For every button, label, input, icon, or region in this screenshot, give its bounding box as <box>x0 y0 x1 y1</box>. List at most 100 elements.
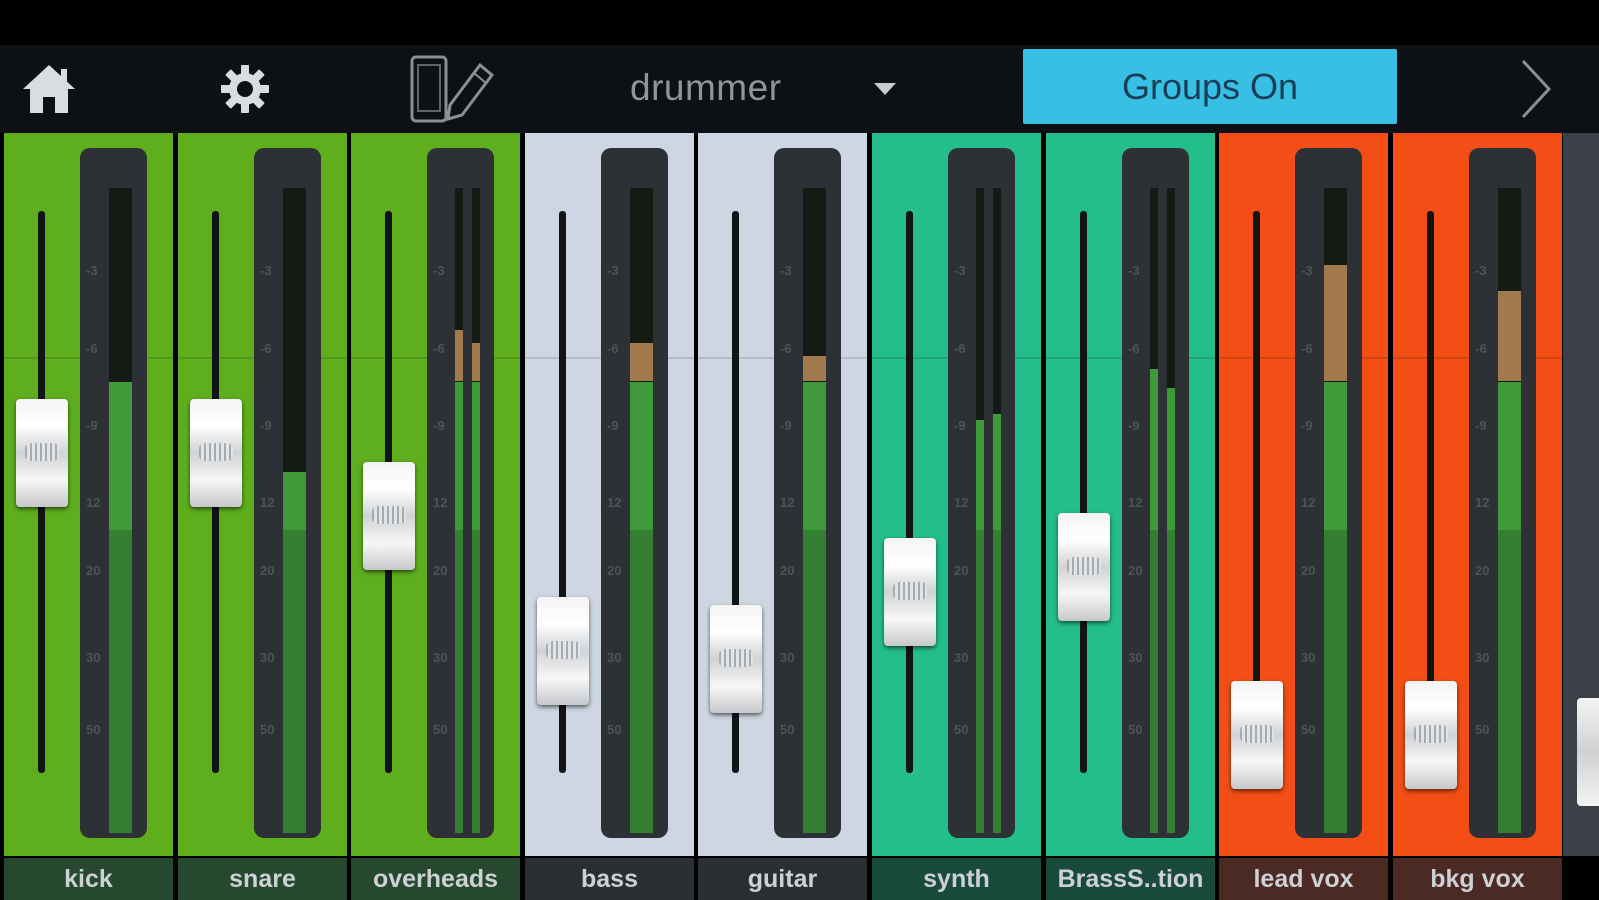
meter-scale-label: 20 <box>433 563 448 578</box>
meter-scale-label: 12 <box>1475 495 1490 510</box>
meter-scale-label: 50 <box>433 722 448 737</box>
preset-name: drummer <box>630 67 782 108</box>
channel-name-label[interactable]: BrassS..tion <box>1046 858 1215 900</box>
mixer-toolbar: drummer Groups On <box>0 45 1599 133</box>
meter-scale-label: 20 <box>1128 563 1143 578</box>
channel-name-label[interactable]: bkg vox <box>1393 858 1562 900</box>
meter-scale-label: 20 <box>1475 563 1490 578</box>
meter-scale-label: 30 <box>1301 650 1316 665</box>
channel-name-label[interactable]: guitar <box>698 858 867 900</box>
meter-level-low <box>1167 529 1175 833</box>
meter-scale-label: -3 <box>260 263 272 278</box>
meter-scale-label: 20 <box>260 563 275 578</box>
fader-cap[interactable] <box>1405 681 1457 789</box>
meter-scale-label: 20 <box>1301 563 1316 578</box>
meter-level <box>976 420 984 530</box>
meter-scale-label: 12 <box>954 495 969 510</box>
channel-body: -3 -6 -9 12 20 30 50 <box>1219 133 1388 856</box>
fader-cap[interactable] <box>1058 513 1110 621</box>
channel-strip: -3 -6 -9 12 20 30 50 overheads <box>351 133 520 900</box>
meter-level <box>993 413 1001 530</box>
meter-scale-label: 50 <box>607 722 622 737</box>
meter-scale-label: 30 <box>260 650 275 665</box>
meter-scale-label: -9 <box>954 418 966 433</box>
channel-name-label[interactable]: synth <box>872 858 1041 900</box>
meter-scale-label: 20 <box>607 563 622 578</box>
meter-peak-hold <box>1498 291 1521 382</box>
channel-body: -3 -6 -9 12 20 30 50 <box>351 133 520 856</box>
meter-level <box>1324 381 1347 530</box>
meter-level <box>1498 381 1521 530</box>
meter-scale-label: -3 <box>954 263 966 278</box>
meter-scale-label: 12 <box>607 495 622 510</box>
meter-scale-label: -6 <box>86 341 98 356</box>
fader-cap[interactable] <box>16 399 68 507</box>
channel-strip: -3 -6 -9 12 20 30 50 synth <box>872 133 1041 900</box>
channel-name-label[interactable]: overheads <box>351 858 520 900</box>
fader-track[interactable] <box>1080 211 1087 773</box>
meter-level-low <box>455 529 463 833</box>
meter-scale-label: 20 <box>780 563 795 578</box>
meter-scale-label: 30 <box>1475 650 1490 665</box>
chevron-right-icon[interactable] <box>1500 45 1570 133</box>
fader-cap[interactable] <box>1577 698 1599 806</box>
fader-cap[interactable] <box>537 597 589 705</box>
channel-name-label[interactable]: snare <box>178 858 347 900</box>
meter-scale-label: 12 <box>780 495 795 510</box>
channel-body: -3 -6 -9 12 20 30 50 <box>698 133 867 856</box>
meter-scale-label: -3 <box>607 263 619 278</box>
meter-scale-label: 12 <box>260 495 275 510</box>
meter-scale-label: 20 <box>86 563 101 578</box>
channel-name-label[interactable]: kick <box>4 858 173 900</box>
meter-scale-label: 30 <box>607 650 622 665</box>
meter-scale-label: -3 <box>780 263 792 278</box>
meter-peak-hold <box>455 329 463 382</box>
meter-scale-label: 50 <box>86 722 101 737</box>
fader-cap[interactable] <box>1231 681 1283 789</box>
channel-body: -3 -6 -9 12 20 30 50 <box>1393 133 1562 856</box>
channel-name-label[interactable]: lead vox <box>1219 858 1388 900</box>
meter-level <box>472 381 480 530</box>
meter-scale-label: -6 <box>1475 341 1487 356</box>
gear-icon[interactable] <box>208 45 282 133</box>
meter-level <box>455 381 463 530</box>
meter-level-low <box>283 529 306 833</box>
groups-toggle-button[interactable]: Groups On <box>1023 49 1397 124</box>
fader-cap[interactable] <box>363 462 415 570</box>
meter-scale-label: -6 <box>607 341 619 356</box>
mixer-channels: -3 -6 -9 12 20 30 50 kick -3 -6 -9 12 20 30 50 snare -3-… <box>0 133 1599 900</box>
status-bar <box>0 0 1599 45</box>
meter-scale-label: 50 <box>1475 722 1490 737</box>
meter-peak-hold <box>630 342 653 382</box>
channel-strip: -3 -6 -9 12 20 30 50 BrassS..tion <box>1046 133 1215 900</box>
home-icon[interactable] <box>12 45 86 133</box>
meter-scale-label: -9 <box>260 418 272 433</box>
meter-scale-label: 12 <box>1301 495 1316 510</box>
meter-level <box>1150 368 1158 530</box>
channel-strip: -3 -6 -9 12 20 30 50 kick <box>4 133 173 900</box>
meter-scale-label: 12 <box>86 495 101 510</box>
meter-scale-label: -3 <box>1301 263 1313 278</box>
meter-scale-label: -6 <box>1301 341 1313 356</box>
meter-scale-label: -3 <box>433 263 445 278</box>
fader-cap[interactable] <box>884 538 936 646</box>
meter-scale-label: 30 <box>86 650 101 665</box>
meter-peak-hold <box>472 342 480 382</box>
meter-scale-label: 50 <box>1128 722 1143 737</box>
meter-level-low <box>803 529 826 833</box>
channel-strip: -3 -6 -9 12 20 30 50 lead vox <box>1219 133 1388 900</box>
preset-selector[interactable]: drummer <box>600 45 920 133</box>
meter-peak-hold <box>803 355 826 382</box>
meter-scale-label: 50 <box>1301 722 1316 737</box>
meter-scale-label: -6 <box>954 341 966 356</box>
meter-level-low <box>1498 529 1521 833</box>
partial-channel-strip <box>1563 133 1599 856</box>
channel-name-label[interactable]: bass <box>525 858 694 900</box>
meter-scale-label: -6 <box>260 341 272 356</box>
device-pencil-icon[interactable] <box>404 45 500 133</box>
fader-track[interactable] <box>906 211 913 773</box>
meter-level-low <box>1324 529 1347 833</box>
fader-cap[interactable] <box>190 399 242 507</box>
meter-scale-label: 50 <box>780 722 795 737</box>
fader-cap[interactable] <box>710 605 762 713</box>
